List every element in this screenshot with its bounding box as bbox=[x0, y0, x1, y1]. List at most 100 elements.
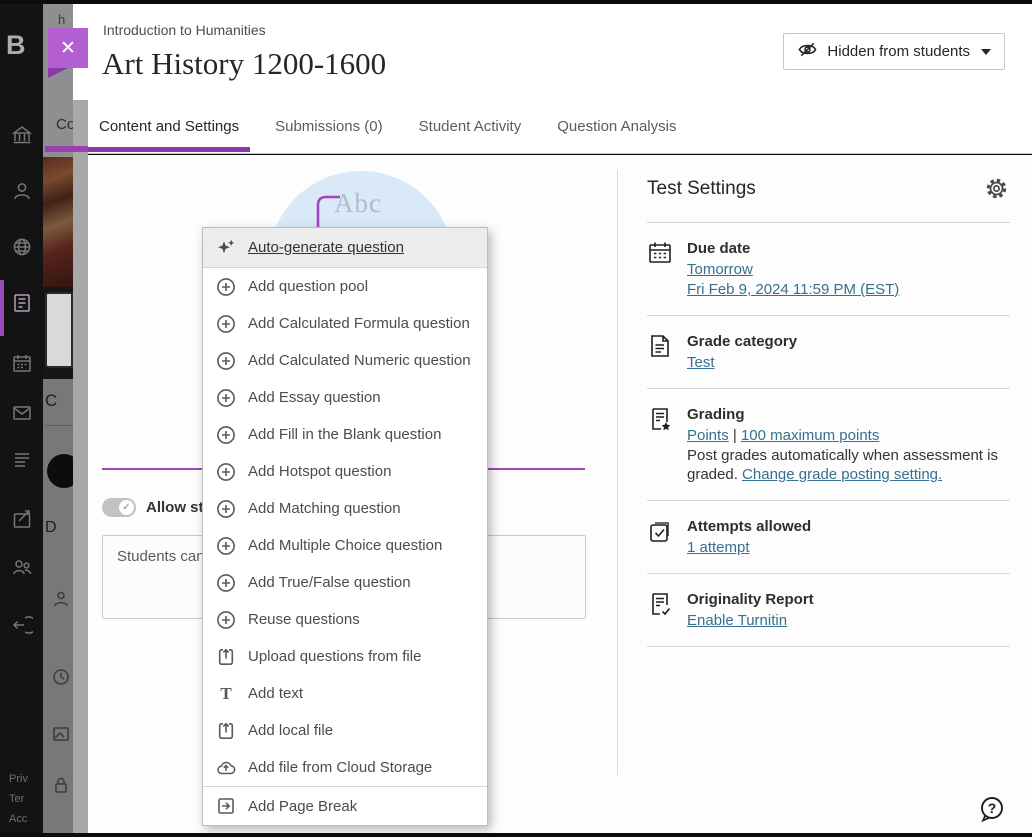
dim-image-icon bbox=[51, 724, 71, 744]
breadcrumb: Introduction to Humanities bbox=[103, 22, 266, 38]
text-icon: T bbox=[216, 684, 236, 704]
directory-icon[interactable] bbox=[11, 556, 33, 578]
menu-item-reuse-questions[interactable]: Reuse questions bbox=[203, 601, 487, 638]
attempts-section: Attempts allowed 1 attempt bbox=[647, 501, 1010, 574]
due-date-section: Due date Tomorrow Fri Feb 9, 2024 11:59 … bbox=[647, 223, 1010, 316]
institution-icon[interactable] bbox=[11, 124, 33, 146]
dim-person-icon bbox=[51, 589, 71, 609]
document-check-icon bbox=[647, 589, 674, 630]
menu-item-add-text[interactable]: TAdd text bbox=[203, 675, 487, 712]
underlay-lower-panel: C D bbox=[43, 379, 73, 833]
enable-turnitin-link[interactable]: Enable Turnitin bbox=[687, 612, 787, 629]
underlay-heading-fragment-2: D bbox=[45, 519, 57, 537]
menu-item-page-break[interactable]: Add Page Break bbox=[203, 786, 487, 825]
upload-file-icon bbox=[216, 647, 236, 667]
blackboard-logo: B bbox=[6, 30, 26, 61]
plus-circle-icon bbox=[216, 277, 236, 297]
menu-item-essay[interactable]: Add Essay question bbox=[203, 379, 487, 416]
attempts-check-icon bbox=[647, 516, 674, 557]
menu-item-matching[interactable]: Add Matching question bbox=[203, 490, 487, 527]
active-nav-indicator bbox=[0, 280, 4, 336]
allow-access-toggle[interactable]: ✓ bbox=[102, 498, 136, 517]
menu-item-calculated-formula[interactable]: Add Calculated Formula question bbox=[203, 305, 487, 342]
globe-icon[interactable] bbox=[11, 236, 33, 258]
settings-title: Test Settings bbox=[647, 178, 756, 200]
profile-icon[interactable] bbox=[11, 180, 33, 202]
sign-out-icon[interactable] bbox=[11, 614, 33, 636]
menu-item-multiple-choice[interactable]: Add Multiple Choice question bbox=[203, 527, 487, 564]
grade-posting-setting-link[interactable]: Change grade posting setting. bbox=[742, 466, 942, 483]
plus-circle-icon bbox=[216, 499, 236, 519]
tab-content-and-settings[interactable]: Content and Settings bbox=[88, 100, 250, 154]
menu-item-calculated-numeric[interactable]: Add Calculated Numeric question bbox=[203, 342, 487, 379]
underlay-divider bbox=[45, 425, 73, 426]
close-icon: ✕ bbox=[48, 28, 88, 68]
document-star-icon bbox=[647, 404, 674, 484]
chevron-down-icon bbox=[981, 49, 991, 55]
visibility-dropdown-button[interactable]: Hidden from students bbox=[783, 33, 1005, 70]
visibility-label: Hidden from students bbox=[827, 43, 970, 60]
plus-circle-icon bbox=[216, 573, 236, 593]
underlay-tab-underline-fragment bbox=[45, 146, 88, 152]
grade-category-label: Grade category bbox=[687, 332, 797, 351]
menu-item-upload-questions[interactable]: Upload questions from file bbox=[203, 638, 487, 675]
cloud-upload-icon bbox=[216, 758, 236, 778]
grades-icon[interactable] bbox=[11, 450, 33, 472]
terms-link[interactable]: Ter bbox=[9, 790, 24, 809]
courses-icon[interactable] bbox=[11, 292, 33, 314]
background-panel-edge bbox=[73, 100, 88, 833]
background-panel-strip: h Co C D bbox=[43, 4, 73, 833]
underlay-device-image bbox=[45, 292, 73, 368]
menu-item-cloud-storage[interactable]: Add file from Cloud Storage bbox=[203, 749, 487, 786]
calendar-icon bbox=[647, 238, 674, 299]
plus-circle-icon bbox=[216, 462, 236, 482]
tab-question-analysis[interactable]: Question Analysis bbox=[546, 100, 687, 154]
settings-header: Test Settings bbox=[647, 175, 1010, 223]
settings-panel-divider bbox=[617, 170, 618, 775]
grading-max-points-link[interactable]: 100 maximum points bbox=[741, 427, 879, 444]
test-settings-panel: Test Settings Due date Tomorrow Fri Feb … bbox=[647, 175, 1010, 647]
grading-points-link[interactable]: Points bbox=[687, 427, 729, 444]
calendar-nav-icon[interactable] bbox=[11, 352, 33, 374]
panel-header: Introduction to Humanities Art History 1… bbox=[73, 4, 1032, 100]
dim-lock-icon bbox=[51, 775, 71, 795]
grading-separator: | bbox=[729, 427, 741, 444]
app-window: B Priv Ter Acc h Co C D bbox=[0, 0, 1032, 837]
grading-section: Grading Points | 100 maximum points Post… bbox=[647, 389, 1010, 501]
plus-circle-icon bbox=[216, 536, 236, 556]
close-panel-button[interactable]: ✕ bbox=[48, 28, 88, 68]
grade-category-link[interactable]: Test bbox=[687, 354, 715, 371]
originality-section: Originality Report Enable Turnitin bbox=[647, 574, 1010, 647]
tab-submissions[interactable]: Submissions (0) bbox=[264, 100, 394, 154]
plus-circle-icon bbox=[216, 425, 236, 445]
tab-student-activity[interactable]: Student Activity bbox=[408, 100, 533, 154]
originality-label: Originality Report bbox=[687, 590, 814, 609]
underlay-heading-fragment-1: C bbox=[45, 391, 57, 411]
accessibility-link[interactable]: Acc bbox=[9, 810, 27, 829]
menu-item-fill-in-blank[interactable]: Add Fill in the Blank question bbox=[203, 416, 487, 453]
sparkle-icon bbox=[216, 238, 236, 258]
attempts-link[interactable]: 1 attempt bbox=[687, 539, 750, 556]
due-date-full-link[interactable]: Fri Feb 9, 2024 11:59 PM (EST) bbox=[687, 281, 899, 298]
svg-text:?: ? bbox=[988, 800, 997, 816]
due-date-relative-link[interactable]: Tomorrow bbox=[687, 261, 753, 278]
underlay-breadcrumb-fragment: h bbox=[58, 12, 65, 27]
activity-icon[interactable] bbox=[11, 509, 33, 531]
underlay-top-fragment: h Co bbox=[43, 4, 73, 157]
dim-clock-icon bbox=[51, 667, 71, 687]
add-content-menu: Auto-generate question Add question pool… bbox=[202, 227, 488, 826]
menu-item-add-local-file[interactable]: Add local file bbox=[203, 712, 487, 749]
plus-circle-icon bbox=[216, 351, 236, 371]
page-break-icon bbox=[216, 796, 236, 816]
plus-circle-icon bbox=[216, 610, 236, 630]
upload-file-icon bbox=[216, 721, 236, 741]
menu-item-auto-generate[interactable]: Auto-generate question bbox=[203, 228, 487, 268]
menu-item-hotspot[interactable]: Add Hotspot question bbox=[203, 453, 487, 490]
menu-item-true-false[interactable]: Add True/False question bbox=[203, 564, 487, 601]
privacy-link[interactable]: Priv bbox=[9, 770, 28, 789]
messages-icon[interactable] bbox=[11, 402, 33, 424]
menu-item-question-pool[interactable]: Add question pool bbox=[203, 268, 487, 305]
course-banner-artwork bbox=[43, 157, 73, 287]
gear-icon[interactable] bbox=[983, 175, 1010, 202]
help-button[interactable]: ? bbox=[978, 795, 1006, 823]
